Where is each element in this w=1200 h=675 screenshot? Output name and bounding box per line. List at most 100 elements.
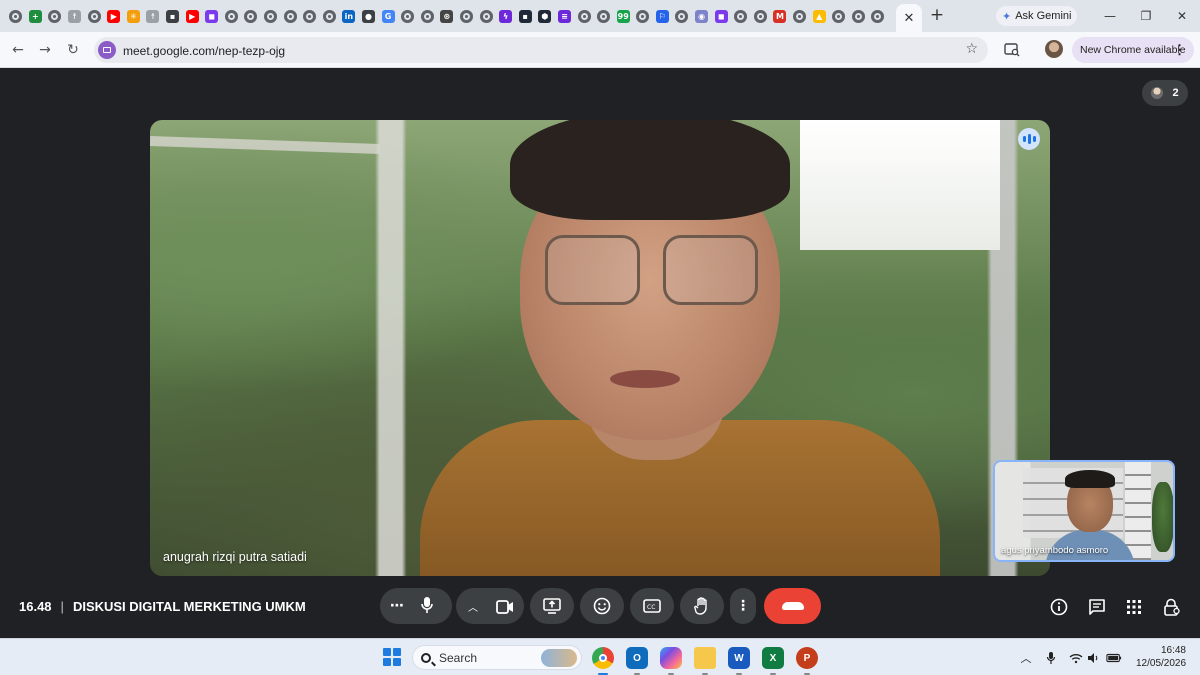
- forward-arrow-icon[interactable]: →: [35, 40, 55, 60]
- tab[interactable]: [751, 5, 771, 27]
- tab[interactable]: [6, 5, 26, 27]
- ask-gemini-button[interactable]: ✦ Ask Gemini: [996, 6, 1077, 26]
- meeting-info: 16.48 | DISKUSI DIGITAL MERKETING UMKM: [19, 599, 306, 614]
- tab[interactable]: [829, 5, 849, 27]
- url-text[interactable]: meet.google.com/nep-tezp-ojg: [123, 44, 285, 58]
- tab[interactable]: [398, 5, 418, 27]
- active-tab[interactable]: ✕: [896, 4, 922, 32]
- close-tab-icon[interactable]: ✕: [904, 11, 915, 26]
- tab[interactable]: [633, 5, 653, 27]
- tab[interactable]: ϟ: [496, 5, 516, 27]
- tab[interactable]: [222, 5, 242, 27]
- tab[interactable]: ◼: [711, 5, 731, 27]
- more-menu-icon[interactable]: ⋮: [1173, 42, 1186, 58]
- tab[interactable]: ☨: [143, 5, 163, 27]
- tab[interactable]: ▶: [182, 5, 202, 27]
- word-icon[interactable]: W: [728, 647, 750, 675]
- chrome-icon[interactable]: [592, 647, 614, 675]
- meeting-details-button[interactable]: [1048, 596, 1070, 618]
- reactions-button[interactable]: [580, 588, 624, 624]
- tab[interactable]: ⊛: [437, 5, 457, 27]
- participants-chip[interactable]: 2: [1142, 80, 1188, 106]
- captions-button[interactable]: CC: [630, 588, 674, 624]
- minimize-button[interactable]: —: [1098, 6, 1122, 26]
- self-view-tile[interactable]: agus priyambodo asmoro: [993, 460, 1175, 562]
- show-hidden-icons-chevron[interactable]: ︿: [1018, 650, 1034, 666]
- tab[interactable]: [261, 5, 281, 27]
- tab[interactable]: ▶: [104, 5, 124, 27]
- tab[interactable]: [476, 5, 496, 27]
- tab[interactable]: ◉: [692, 5, 712, 27]
- drive-icon: ▲: [812, 9, 826, 23]
- tab[interactable]: in: [339, 5, 359, 27]
- microphone-icon[interactable]: [420, 596, 434, 618]
- new-chrome-available-button[interactable]: New Chrome available ⋮: [1072, 37, 1194, 63]
- tab[interactable]: [417, 5, 437, 27]
- present-screen-button[interactable]: [530, 588, 574, 624]
- battery-icon[interactable]: [1106, 650, 1122, 666]
- tab[interactable]: 99: [613, 5, 633, 27]
- close-window-button[interactable]: ✕: [1170, 6, 1194, 26]
- tab[interactable]: ●: [359, 5, 379, 27]
- outlook-icon[interactable]: O: [626, 647, 648, 675]
- tab[interactable]: ◼: [202, 5, 222, 27]
- leave-call-button[interactable]: [764, 588, 821, 624]
- tree-icon: ☨: [146, 9, 160, 23]
- main-video-tile[interactable]: anugrah rizqi putra satiadi: [150, 120, 1050, 576]
- excel-icon[interactable]: X: [762, 647, 784, 675]
- windows-start-icon[interactable]: [383, 648, 401, 666]
- tab[interactable]: [300, 5, 320, 27]
- volume-icon[interactable]: [1086, 650, 1102, 666]
- taskbar-search[interactable]: Search: [412, 645, 582, 670]
- raise-hand-button[interactable]: [680, 588, 724, 624]
- chat-button[interactable]: [1086, 596, 1108, 618]
- tab[interactable]: ⬢: [535, 5, 555, 27]
- host-controls-button[interactable]: [1161, 596, 1183, 618]
- tab[interactable]: ☨: [65, 5, 85, 27]
- taskbar-clock[interactable]: 16:48 12/05/2026: [1136, 644, 1186, 670]
- tab[interactable]: [849, 5, 869, 27]
- file-explorer-icon[interactable]: [694, 647, 716, 675]
- tab[interactable]: [320, 5, 340, 27]
- tab[interactable]: G: [378, 5, 398, 27]
- address-bar[interactable]: meet.google.com/nep-tezp-ojg ☆: [94, 37, 988, 63]
- tab[interactable]: ✳: [124, 5, 144, 27]
- tab[interactable]: ▪: [515, 5, 535, 27]
- sparkle-icon: ✳: [126, 9, 140, 23]
- powerpoint-icon[interactable]: P: [796, 647, 818, 675]
- microphone-tray-icon[interactable]: [1043, 650, 1059, 666]
- tab[interactable]: M: [770, 5, 790, 27]
- tab[interactable]: ▪: [163, 5, 183, 27]
- back-arrow-icon[interactable]: ←: [8, 40, 28, 60]
- new-tab-button[interactable]: +: [928, 5, 946, 25]
- tab[interactable]: +: [26, 5, 46, 27]
- tab[interactable]: [84, 5, 104, 27]
- globe-icon: [322, 9, 336, 23]
- tab[interactable]: ⚐: [653, 5, 673, 27]
- tab[interactable]: [574, 5, 594, 27]
- tab[interactable]: ≡: [555, 5, 575, 27]
- wifi-icon[interactable]: [1068, 650, 1084, 666]
- profile-avatar[interactable]: [1045, 40, 1063, 58]
- bookmark-star-icon[interactable]: ☆: [965, 41, 978, 57]
- restore-button[interactable]: ❐: [1134, 6, 1158, 26]
- tab[interactable]: [731, 5, 751, 27]
- video-options-chevron-icon[interactable]: ︿: [468, 599, 478, 614]
- reload-icon[interactable]: ↻: [63, 40, 83, 60]
- activities-button[interactable]: [1123, 596, 1145, 618]
- tab[interactable]: [241, 5, 261, 27]
- tab[interactable]: [790, 5, 810, 27]
- tab[interactable]: [672, 5, 692, 27]
- more-options-button[interactable]: ⋮: [730, 588, 756, 624]
- tab[interactable]: [45, 5, 65, 27]
- tab[interactable]: [280, 5, 300, 27]
- audio-options-icon[interactable]: ⋯: [390, 598, 404, 614]
- camera-icon[interactable]: [496, 599, 514, 618]
- tab[interactable]: [457, 5, 477, 27]
- tab[interactable]: [868, 5, 888, 27]
- tab-search-icon[interactable]: [1003, 41, 1021, 59]
- site-info-icon[interactable]: [98, 41, 116, 59]
- copilot-icon[interactable]: [660, 647, 682, 675]
- tab[interactable]: ▲: [809, 5, 829, 27]
- tab[interactable]: [594, 5, 614, 27]
